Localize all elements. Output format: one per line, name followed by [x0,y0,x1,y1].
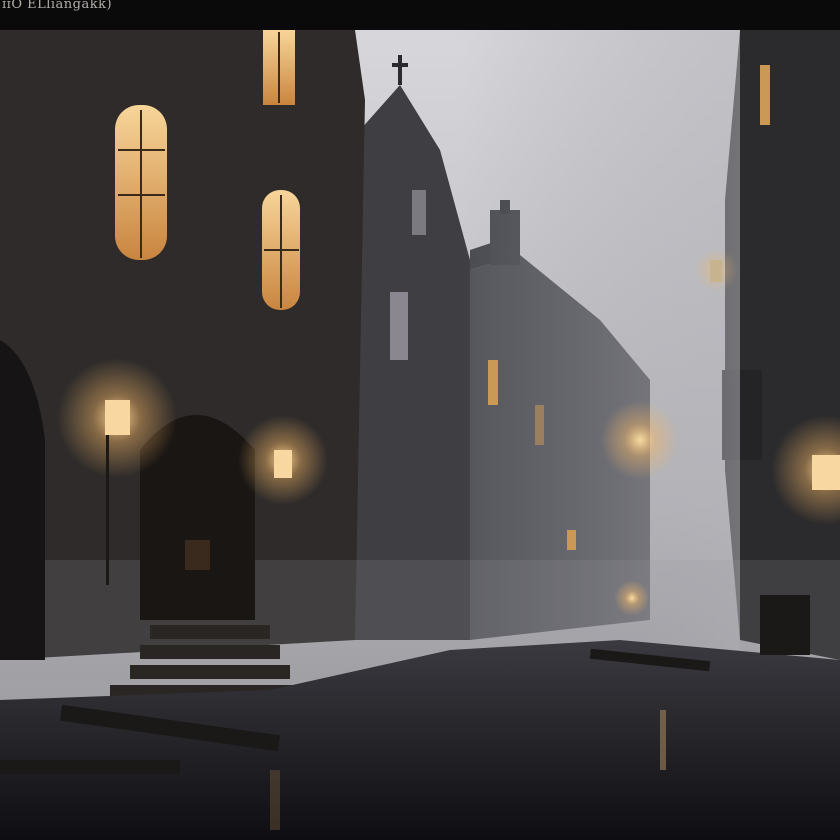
foggy-street-scene [0,0,840,840]
image-caption: ɪɪȮ ELliangakk) [2,0,113,12]
top-dark-bar [0,0,840,30]
